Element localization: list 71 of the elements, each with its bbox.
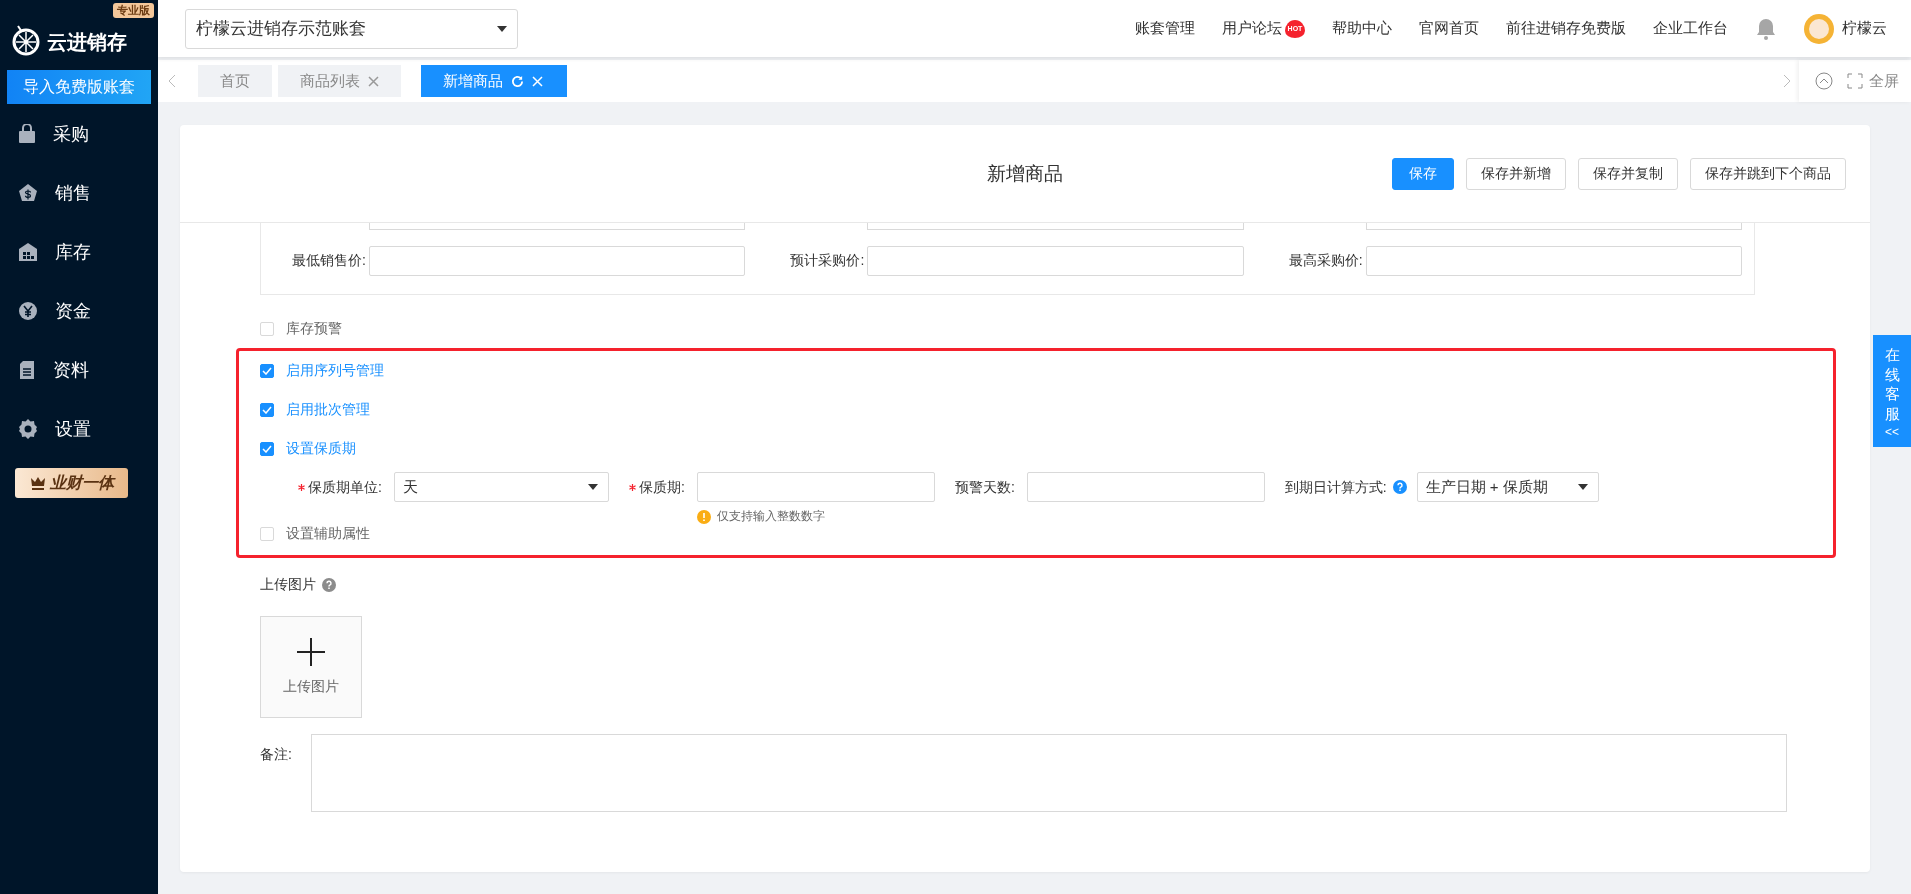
- sidebar-item[interactable]: 采购: [0, 104, 158, 163]
- checkbox[interactable]: [260, 363, 274, 378]
- account-select[interactable]: 柠檬云进销存示范账套: [185, 8, 518, 49]
- text-input[interactable]: [867, 246, 1244, 276]
- sidebar-item[interactable]: 库存: [0, 222, 158, 281]
- field-label: 到期日计算方式:: [1284, 478, 1388, 497]
- sidebar-item[interactable]: 资金: [0, 281, 158, 340]
- text-input[interactable]: [369, 246, 746, 276]
- field-label: 保质期单位:: [260, 472, 385, 502]
- promo-badge[interactable]: 业财一体: [15, 468, 128, 498]
- dollar-house-icon: [18, 182, 38, 203]
- user-name[interactable]: 柠檬云: [1842, 19, 1887, 38]
- checkbox-label[interactable]: 设置辅助属性: [286, 524, 370, 543]
- field-label: 最低销售价:: [291, 252, 367, 270]
- nav-link[interactable]: 官网首页: [1419, 19, 1479, 38]
- required-asterisk-icon: [298, 484, 306, 491]
- field-label: 保质期:: [629, 472, 688, 502]
- close-icon[interactable]: [368, 75, 379, 87]
- field-label: 预警天数:: [954, 478, 1016, 497]
- yen-coin-icon: [18, 300, 38, 321]
- text-input[interactable]: [1026, 472, 1265, 502]
- nav-link[interactable]: 前往进销存免费版: [1506, 19, 1626, 38]
- sidebar-item[interactable]: 销售: [0, 163, 158, 222]
- edition-badge: 专业版: [113, 3, 154, 18]
- action-button[interactable]: 保存并跳到下个商品: [1690, 157, 1846, 190]
- warning-icon: [696, 509, 711, 524]
- select-field[interactable]: 生产日期 + 保质期: [1416, 472, 1599, 502]
- upload-image-button[interactable]: 上传图片: [260, 616, 362, 718]
- app-logo-text: 云进销存: [47, 30, 127, 55]
- text-input[interactable]: [696, 472, 935, 502]
- dropdown-caret-icon: [497, 25, 507, 32]
- field-label: 预计采购价:: [789, 252, 866, 270]
- scroll-right-icon[interactable]: [1783, 74, 1791, 88]
- sidebar-item[interactable]: 设置: [0, 399, 158, 458]
- expand-icon: [1847, 73, 1863, 89]
- remark-textarea[interactable]: [310, 734, 1787, 812]
- help-icon[interactable]: [322, 578, 336, 592]
- checkbox-label[interactable]: 库存预警: [286, 319, 342, 338]
- required-asterisk-icon: [629, 484, 636, 491]
- text-input[interactable]: [1365, 246, 1742, 276]
- action-button[interactable]: 保存并新增: [1466, 157, 1566, 190]
- warehouse-icon: [18, 241, 38, 262]
- nav-link[interactable]: 企业工作台: [1653, 19, 1728, 38]
- dropdown-caret-icon: [588, 484, 598, 490]
- text-input[interactable]: [369, 223, 746, 230]
- checkbox[interactable]: [260, 402, 274, 417]
- text-input[interactable]: [1365, 223, 1742, 230]
- text-input[interactable]: [867, 223, 1244, 230]
- dropdown-caret-icon: [1577, 484, 1588, 490]
- refresh-icon[interactable]: [511, 74, 524, 88]
- collapse-up-icon[interactable]: [1815, 72, 1833, 90]
- input-hint: 仅支持输入整数数字: [716, 508, 825, 525]
- shopping-bag-icon: [18, 123, 36, 144]
- page-title: 新增商品: [987, 161, 1063, 186]
- document-icon: [18, 359, 36, 380]
- field-label: 备注:: [260, 745, 293, 764]
- plus-icon: [297, 638, 325, 666]
- user-avatar[interactable]: [1804, 13, 1834, 44]
- nav-link[interactable]: 帮助中心: [1332, 19, 1392, 38]
- select-field[interactable]: 天: [394, 472, 609, 502]
- checkbox[interactable]: [260, 441, 274, 456]
- field-label: 最高采购价:: [1287, 252, 1364, 270]
- notification-bell-icon[interactable]: [1756, 17, 1776, 40]
- upload-label: 上传图片: [260, 576, 316, 594]
- gear-icon: [18, 418, 38, 439]
- sidebar-item[interactable]: 资料: [0, 340, 158, 399]
- fullscreen-button[interactable]: 全屏: [1847, 71, 1899, 91]
- crown-icon: [29, 476, 46, 490]
- nav-link[interactable]: 账套管理: [1135, 19, 1195, 38]
- help-icon[interactable]: [1392, 480, 1407, 494]
- action-button[interactable]: 保存并复制: [1578, 157, 1678, 190]
